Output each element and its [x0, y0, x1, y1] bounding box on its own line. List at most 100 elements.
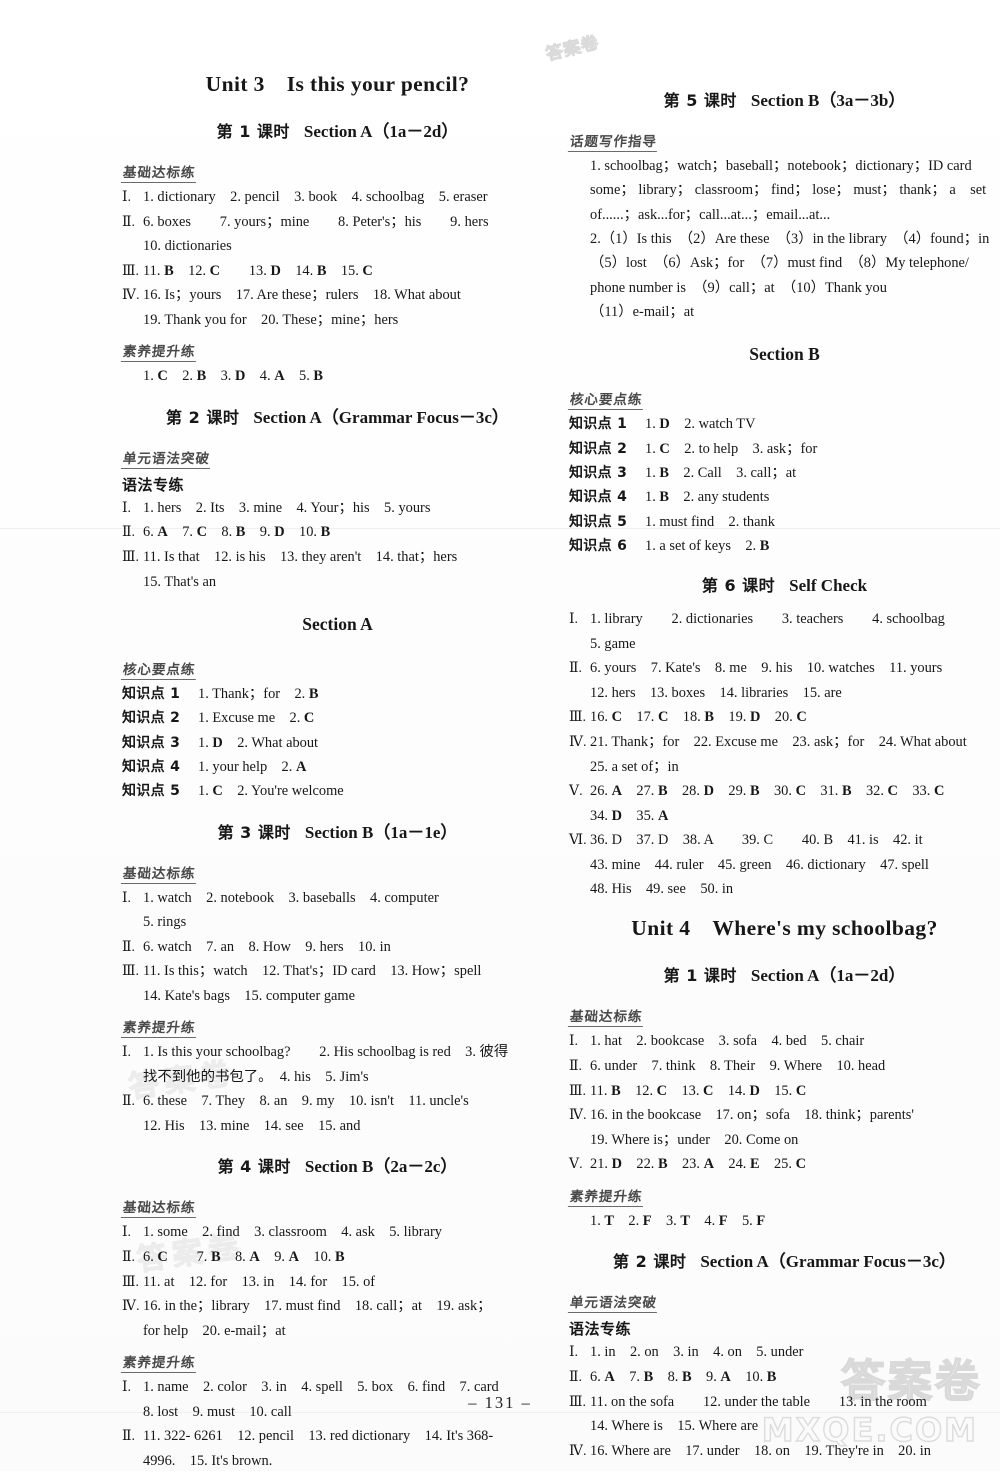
knowledge-point-marker: 知识点 1 — [569, 416, 628, 433]
lesson-title: 第 2 课时 Section A（Grammar Focus－3c） — [569, 1247, 1000, 1272]
block-label-wrap: 单元语法突破 — [120, 440, 553, 472]
knowledge-point-line: 知识点 5 1. must find 2. thank — [569, 511, 1000, 534]
answer-line: （5）lost （6）Ask；for （7）must find （8）My te… — [590, 255, 969, 272]
answer-line: Ⅳ. 16. in the；library 17. must find 18. c… — [122, 1295, 553, 1319]
block-label-wrap: 素养提升练 — [120, 333, 553, 365]
answer-line: Ⅰ. 1. dictionary 2. pencil 3. book 4. sch… — [122, 186, 553, 210]
item-marker: Ⅰ. — [569, 1345, 579, 1361]
hand-label: 素养提升练 — [120, 1016, 198, 1039]
block-label-wrap: 基础达标练 — [120, 855, 553, 887]
answer-line: Ⅴ. 26. A 27. B 28. D 29. B 30. C 31. B 32… — [569, 780, 1000, 804]
knowledge-point-marker: 知识点 3 — [122, 734, 181, 751]
right-column: 第 5 课时 Section B（3a－3b） 话题写作指导 1. schoolbag… — [567, 72, 1000, 1474]
answer-line: 5. game — [590, 635, 636, 652]
block-label-wrap: 核心要点练 — [567, 381, 1000, 413]
answer-line: 19. Thank you for 20. These；mine；hers — [143, 312, 399, 329]
answer-line: of......；ask...for；call...at...；email...… — [590, 206, 831, 223]
block-label-wrap: 素养提升练 — [120, 1344, 553, 1376]
item-marker: Ⅳ. — [569, 1443, 587, 1459]
hand-label: 话题写作指导 — [567, 130, 660, 152]
answer-line: Ⅲ. 16. C 17. C 18. B 19. D 20. C — [569, 706, 1000, 730]
answer-line: 找不到他的书包了。 4. his 5. Jim's — [143, 1069, 369, 1085]
answer-line: Ⅱ. 6. under 7. think 8. Their 9. Where 10… — [569, 1055, 1000, 1079]
answer-line: Ⅵ. 36. D 37. D 38. A 39. C 40. B 41. is 4… — [569, 829, 1000, 853]
hand-label: 单元语法突破 — [120, 446, 213, 469]
lesson-title-en: Section B（1a－1e） — [304, 822, 458, 842]
answer-line: 10. dictionaries — [143, 238, 232, 255]
item-marker: Ⅱ. — [122, 525, 136, 541]
lesson-title-cn: 第 2 课时 — [166, 407, 240, 427]
answer-line: 15. That's an — [143, 573, 217, 590]
knowledge-point-line: 知识点 3 1. B 2. Call 3. call；at — [569, 462, 1000, 485]
answer-line: Ⅲ. 11. at 12. for 13. in 14. for 15. of — [122, 1271, 553, 1295]
knowledge-point-marker: 知识点 2 — [569, 440, 628, 457]
knowledge-point-line: 知识点 4 1. B 2. any students — [569, 486, 1000, 509]
item-marker: Ⅵ. — [569, 832, 587, 848]
lesson-title-en: Section B（2a－2c） — [304, 1157, 458, 1177]
lesson-title-en: Section B（3a－3b） — [750, 91, 906, 110]
knowledge-point-line: 知识点 1 1. D 2. watch TV — [569, 413, 1000, 436]
unit-title: Unit 4 Where's my schoolbag? — [631, 916, 938, 941]
item-marker: Ⅳ. — [569, 734, 587, 750]
item-marker: Ⅱ. — [122, 1429, 136, 1445]
block-label-wrap: 单元语法突破 — [567, 1284, 1000, 1316]
item-marker: Ⅰ. — [569, 612, 579, 628]
answer-line: 5. rings — [143, 914, 187, 931]
item-marker: Ⅲ. — [122, 964, 140, 980]
section-heading: Section B — [749, 344, 820, 365]
answer-line: Ⅰ. 1. some 2. find 3. classroom 4. ask 5.… — [122, 1221, 553, 1245]
answer-line: 4996. 15. It's brown. — [143, 1453, 273, 1470]
lesson-title: 第 6 课时 Self Check — [569, 572, 1000, 596]
page-number: – 131 – — [468, 1393, 532, 1412]
knowledge-point-marker: 知识点 5 — [122, 783, 181, 800]
knowledge-point-line: 知识点 4 1. your help 2. A — [122, 756, 553, 779]
item-marker: Ⅲ. — [569, 710, 587, 726]
item-marker: Ⅳ. — [122, 288, 140, 304]
block-label-wrap: 基础达标练 — [120, 1189, 553, 1221]
hand-label: 素养提升练 — [120, 1351, 198, 1374]
knowledge-point-line: 知识点 1 1. Thank；for 2. B — [122, 683, 553, 706]
item-marker: Ⅱ. — [569, 661, 583, 677]
answer-line: 34. D 35. A — [590, 807, 669, 824]
answer-line: Ⅱ. 6. A 7. C 8. B 9. D 10. B — [122, 521, 553, 545]
answer-line: Ⅰ. 1. hers 2. Its 3. mine 4. Your；his 5. … — [122, 497, 553, 521]
answer-line: Ⅱ. 6. A 7. B 8. B 9. A 10. B — [569, 1366, 1000, 1390]
lesson-title-cn: 第 4 课时 — [217, 1157, 291, 1177]
answer-line: 1. schoolbag；watch；baseball；notebook；dic… — [590, 158, 972, 174]
item-marker: Ⅱ. — [122, 1094, 136, 1110]
hand-label: 核心要点练 — [567, 388, 645, 411]
lesson-title-en: Self Check — [789, 576, 868, 596]
answer-line: Ⅳ. 16. Is；yours 17. Are these；rulers 18. … — [122, 284, 553, 308]
hand-label: 基础达标练 — [120, 861, 198, 884]
lesson-title: 第 4 课时 Section B（2a－2c） — [122, 1152, 553, 1177]
answer-line: 48. His 49. see 50. in — [590, 880, 734, 897]
hand-label: 基础达标练 — [120, 1196, 198, 1219]
answer-line: Ⅰ. 1. hat 2. bookcase 3. sofa 4. bed 5. c… — [569, 1030, 1000, 1054]
knowledge-point-marker: 知识点 2 — [122, 710, 181, 727]
item-marker: Ⅲ. — [122, 550, 140, 566]
item-marker: Ⅱ. — [122, 939, 136, 955]
item-marker: Ⅲ. — [569, 1083, 587, 1099]
knowledge-point-line: 知识点 6 1. a set of keys 2. B — [569, 535, 1000, 558]
lesson-title-cn: 第 5 课时 — [663, 91, 737, 110]
answer-line: 19. Where is；under 20. Come on — [590, 1131, 799, 1148]
answer-line: Ⅰ. 1. Is this your schoolbag? 2. His scho… — [122, 1041, 553, 1065]
lesson-title: 第 3 课时 Section B（1a－1e） — [122, 818, 553, 843]
answer-line: phone number is （9）call；at （10）Thank you — [590, 279, 887, 296]
item-marker: Ⅲ. — [122, 1274, 140, 1290]
lesson-title-en: Section A（1a－2d） — [750, 966, 906, 986]
hand-label: 素养提升练 — [567, 1184, 645, 1207]
answer-line: Ⅰ. 1. library 2. dictionaries 3. teachers… — [569, 608, 1000, 632]
knowledge-point-line: 知识点 2 1. Excuse me 2. C — [122, 707, 553, 730]
answer-line: Ⅱ. 6. C 7. B 8. A 9. A 10. B — [122, 1246, 553, 1270]
answer-line: 43. mine 44. ruler 45. green 46. diction… — [590, 856, 929, 873]
answer-line: 14. Where is 15. Where are — [590, 1418, 759, 1435]
answer-line: Ⅱ. 6. these 7. They 8. an 9. my 10. isn't… — [122, 1090, 553, 1114]
answer-line: for help 20. e-mail；at — [143, 1323, 286, 1340]
answer-line: Ⅱ. 6. yours 7. Kate's 8. me 9. his 10. wa… — [569, 657, 1000, 681]
hand-label: 基础达标练 — [120, 161, 198, 183]
item-marker: Ⅰ. — [122, 1225, 132, 1241]
item-marker: Ⅰ. — [122, 500, 132, 516]
block-label-wrap: 基础达标练 — [120, 154, 553, 186]
